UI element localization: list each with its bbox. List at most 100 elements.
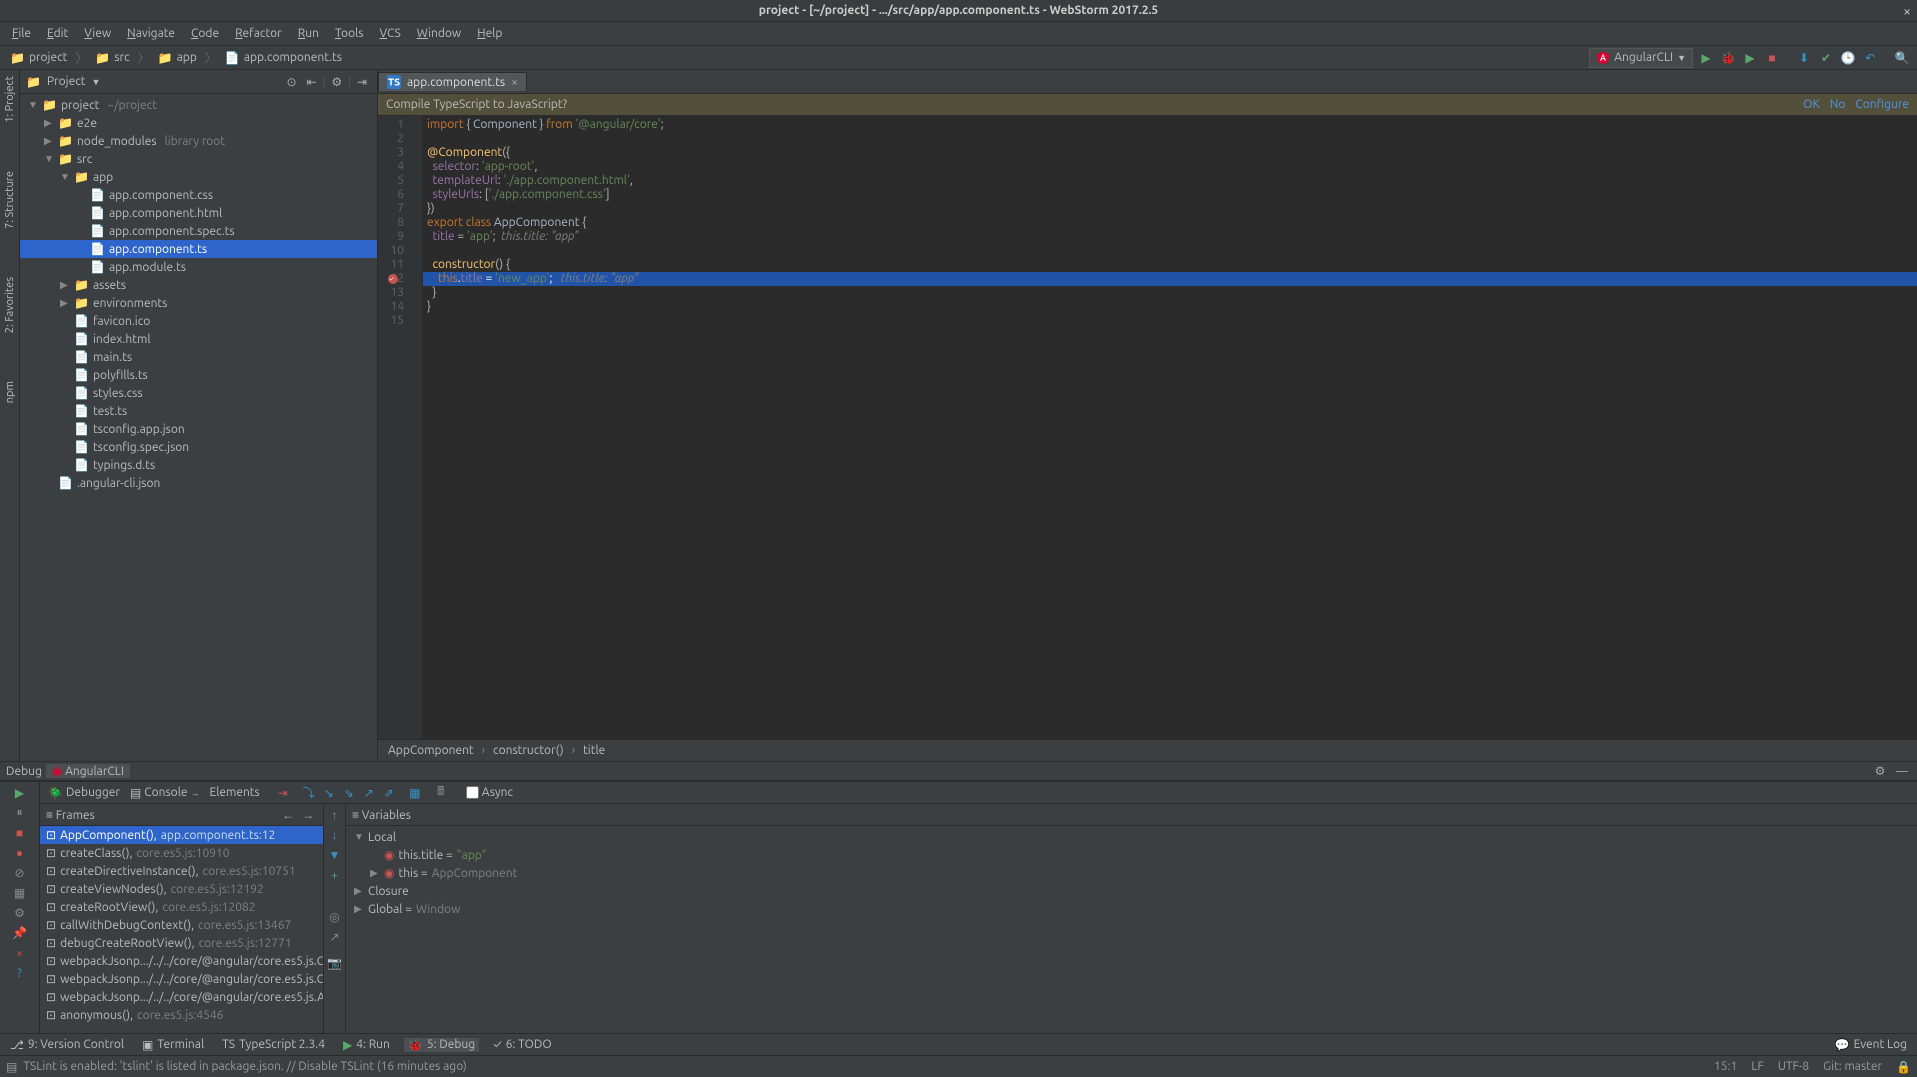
code-line[interactable]: selector: 'app-root', <box>423 160 1917 174</box>
async-checkbox[interactable] <box>466 786 479 799</box>
drop-frame-icon[interactable]: ⇗ <box>380 784 398 802</box>
code-line[interactable] <box>423 132 1917 146</box>
settings-button[interactable]: ⚙ <box>10 904 30 922</box>
step-into-icon[interactable]: ↘ <box>320 784 338 802</box>
search-icon[interactable]: 🔍 <box>1893 49 1911 67</box>
code-line[interactable]: } <box>423 300 1917 314</box>
frame-row[interactable]: ⊡webpackJsonp.../../../core/@angular/cor… <box>40 970 323 988</box>
dock-tab-structure[interactable]: 7: Structure <box>2 167 18 233</box>
step-over-icon[interactable]: ⤵ <box>300 784 318 802</box>
prev-frame-icon[interactable]: ← <box>279 806 297 824</box>
tab-debugger[interactable]: 🪲Debugger <box>44 786 124 800</box>
tool-window-versioncontrol[interactable]: ⎇9: Version Control <box>6 1038 128 1052</box>
next-frame-icon[interactable]: → <box>299 806 317 824</box>
line-number[interactable]: 11 <box>378 258 404 272</box>
code-line[interactable]: @Component({ <box>423 146 1917 160</box>
variable-node[interactable]: ▶◉this = AppComponent <box>346 864 1917 882</box>
line-number[interactable]: 3 <box>378 146 404 160</box>
menu-help[interactable]: Help <box>469 27 510 40</box>
code-line[interactable]: templateUrl: './app.component.html', <box>423 174 1917 188</box>
help-button[interactable]: ? <box>10 964 30 982</box>
expand-arrow-icon[interactable]: ▶ <box>354 885 364 897</box>
line-separator[interactable]: LF <box>1751 1060 1763 1073</box>
event-log-button[interactable]: 💬Event Log <box>1831 1038 1911 1052</box>
code-line[interactable]: title = 'app'; this.title: "app" <box>423 230 1917 244</box>
git-branch[interactable]: Git: master <box>1823 1060 1882 1073</box>
show-exec-point-icon[interactable]: ⇥ <box>274 784 292 802</box>
editor-tab[interactable]: TS app.component.ts × <box>378 72 527 91</box>
tree-node[interactable]: 📄tsconfig.spec.json <box>20 438 377 456</box>
menu-edit[interactable]: Edit <box>39 27 76 40</box>
menu-tools[interactable]: Tools <box>327 27 372 40</box>
variables-tree[interactable]: ▼Local◉this.title = "app"▶◉this = AppCom… <box>346 826 1917 1033</box>
tab-console[interactable]: ▤Console → <box>126 786 204 800</box>
code-line[interactable] <box>423 314 1917 328</box>
variable-node[interactable]: ◉this.title = "app" <box>346 846 1917 864</box>
menu-run[interactable]: Run <box>290 27 327 40</box>
line-number[interactable]: 10 <box>378 244 404 258</box>
tool-window-typescript[interactable]: TSTypeScript 2.3.4 <box>218 1038 329 1051</box>
run-to-cursor-icon[interactable]: ▦ <box>406 784 424 802</box>
line-number[interactable]: 13 <box>378 286 404 300</box>
code-line[interactable]: export class AppComponent { <box>423 216 1917 230</box>
collapse-icon[interactable]: ⇤ <box>303 73 321 91</box>
menu-vcs[interactable]: VCS <box>371 27 408 40</box>
line-number[interactable]: 6 <box>378 188 404 202</box>
expand-arrow-icon[interactable]: ▶ <box>354 903 364 915</box>
chevron-down-icon[interactable]: ▼ <box>92 77 101 87</box>
minimize-icon[interactable]: — <box>1893 762 1911 780</box>
tree-node[interactable]: 📄polyfills.ts <box>20 366 377 384</box>
tree-node[interactable]: 📄app.component.css <box>20 186 377 204</box>
frames-list[interactable]: ⊡AppComponent(), app.component.ts:12⊡cre… <box>40 826 323 1033</box>
rerun-button[interactable]: ▶ <box>10 784 30 802</box>
code-line[interactable]: }) <box>423 202 1917 216</box>
frame-row[interactable]: ⊡callWithDebugContext(), core.es5.js:134… <box>40 916 323 934</box>
close-tab-icon[interactable]: × <box>511 76 518 89</box>
breadcrumb-item[interactable]: 📁app <box>154 51 201 65</box>
tree-node[interactable]: 📄typings.d.ts <box>20 456 377 474</box>
view-breakpoints-button[interactable]: ● <box>10 844 30 862</box>
evaluate-icon[interactable]: 🖩 <box>432 784 450 802</box>
tool-window-run[interactable]: ▶4: Run <box>339 1038 394 1052</box>
info-bar-ok[interactable]: OK <box>1803 98 1820 111</box>
code-line[interactable]: this.title = 'new_app'; this.title: "app… <box>423 272 1917 286</box>
tool-window-debug[interactable]: 🐞5: Debug <box>404 1038 479 1052</box>
stop-button[interactable]: ■ <box>10 824 30 842</box>
async-toggle[interactable]: Async <box>462 784 517 802</box>
breadcrumb-item[interactable]: 📄app.component.ts <box>221 51 346 65</box>
tree-node[interactable]: ▶📁e2e <box>20 114 377 132</box>
status-icon[interactable]: ▤ <box>6 1060 17 1074</box>
run-config-selector[interactable]: AngularCLI ▼ <box>1589 48 1693 68</box>
expand-arrow-icon[interactable]: ▼ <box>60 171 70 183</box>
coverage-button[interactable]: ▶ <box>1741 49 1759 67</box>
gear-icon[interactable]: ⚙ <box>328 73 346 91</box>
tool-window-todo[interactable]: ✓6: TODO <box>489 1038 555 1051</box>
menu-navigate[interactable]: Navigate <box>119 27 183 40</box>
tree-node[interactable]: 📄favicon.ico <box>20 312 377 330</box>
expand-arrow-icon[interactable]: ▼ <box>44 153 54 165</box>
close-button[interactable]: × <box>10 944 30 962</box>
code-line[interactable]: import { Component } from '@angular/core… <box>423 118 1917 132</box>
lock-icon[interactable]: 🔒 <box>1896 1060 1911 1074</box>
frame-row[interactable]: ⊡webpackJsonp.../../../core/@angular/cor… <box>40 988 323 1006</box>
update-button[interactable]: ⬇ <box>1795 49 1813 67</box>
tree-node[interactable]: ▶📁environments <box>20 294 377 312</box>
debug-button[interactable]: 🐞 <box>1719 49 1737 67</box>
caret-position[interactable]: 15:1 <box>1714 1060 1737 1073</box>
add-watch-icon[interactable]: + <box>326 866 344 884</box>
encoding[interactable]: UTF-8 <box>1778 1060 1809 1073</box>
screenshot-icon[interactable]: 📷 <box>326 954 344 972</box>
tree-node[interactable]: 📄app.component.html <box>20 204 377 222</box>
history-button[interactable]: 🕒 <box>1839 49 1857 67</box>
expand-arrow-icon[interactable]: ▶ <box>60 297 70 309</box>
line-number[interactable]: 14 <box>378 300 404 314</box>
frame-row[interactable]: ⊡createViewNodes(), core.es5.js:12192 <box>40 880 323 898</box>
menu-code[interactable]: Code <box>183 27 227 40</box>
stop-button[interactable]: ■ <box>1763 49 1781 67</box>
expand-arrow-icon[interactable]: ▶ <box>60 279 70 291</box>
expand-arrow-icon[interactable]: ▼ <box>354 831 364 843</box>
dock-tab-favorites[interactable]: 2: Favorites <box>2 273 18 337</box>
commit-button[interactable]: ✔ <box>1817 49 1835 67</box>
tree-node[interactable]: ▼📁project~/project <box>20 96 377 114</box>
frame-row[interactable]: ⊡createRootView(), core.es5.js:12082 <box>40 898 323 916</box>
